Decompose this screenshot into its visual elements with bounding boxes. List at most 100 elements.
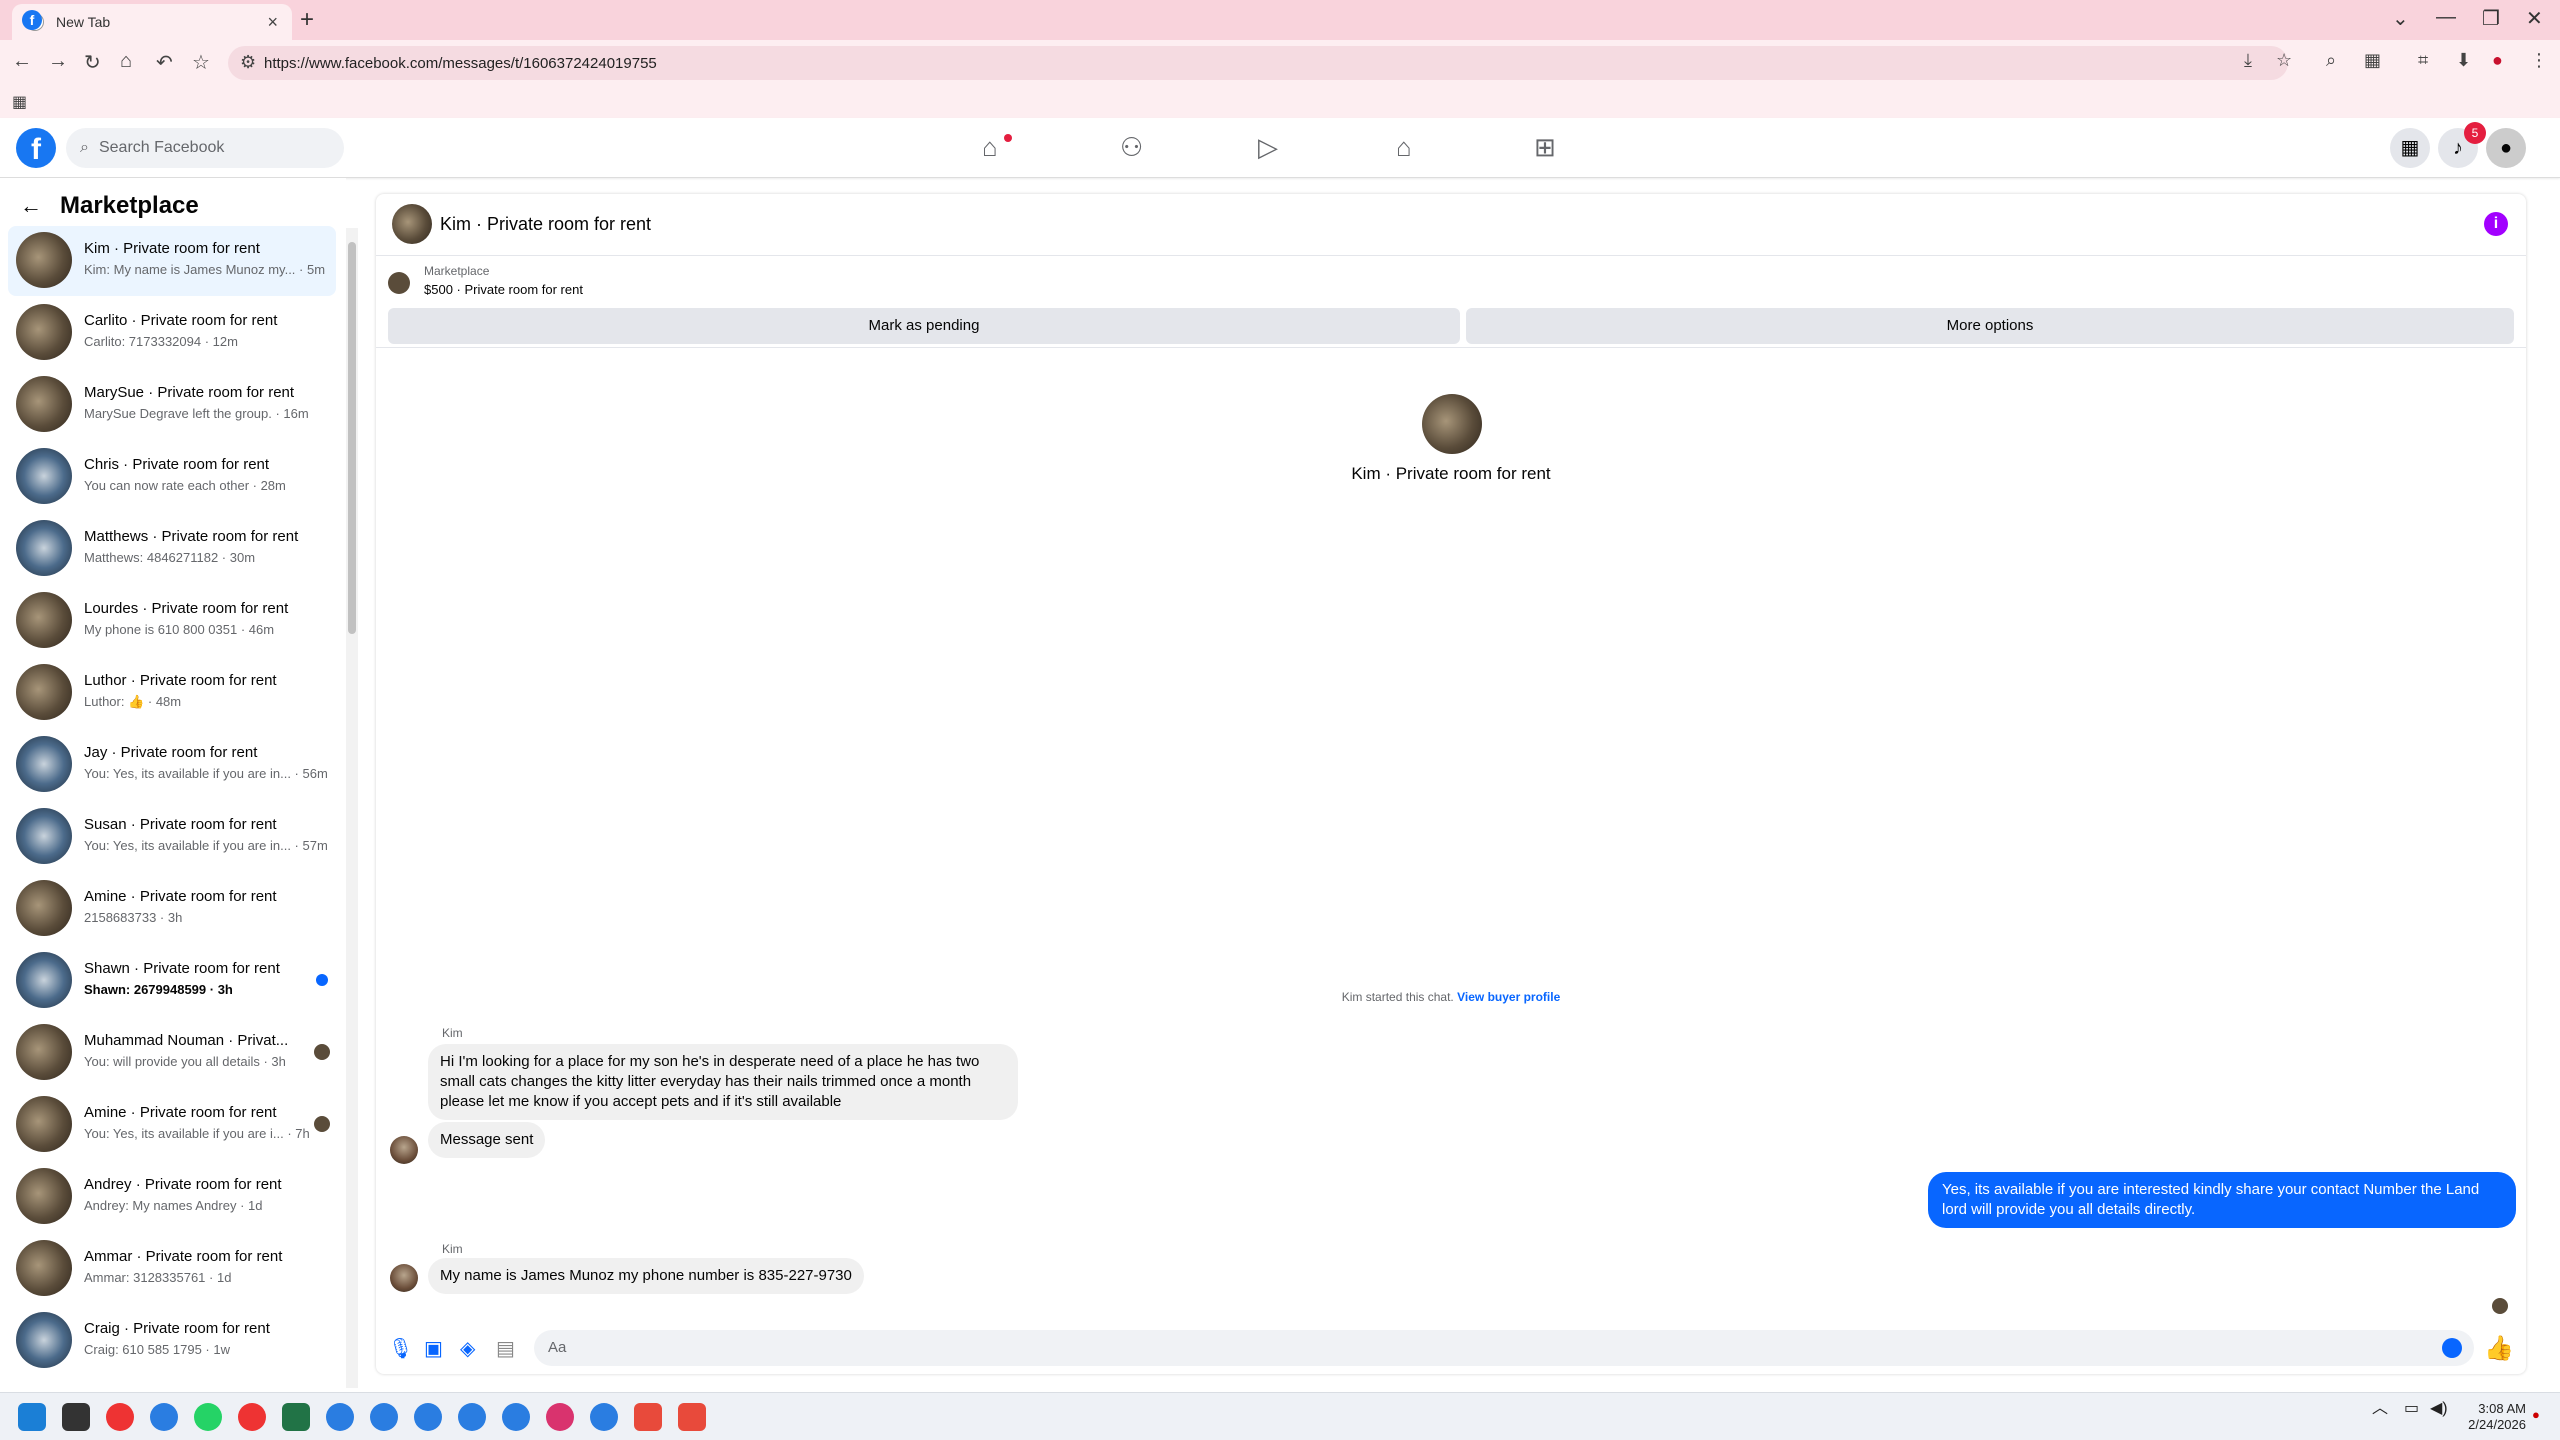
tab-close-icon[interactable]: × (267, 12, 278, 33)
conversation-item[interactable]: Carlito · Private room for rent Carlito: … (8, 298, 336, 368)
task-view-icon[interactable] (62, 1403, 90, 1431)
conversation-item[interactable]: Ammar · Private room for rent Ammar: 3128… (8, 1234, 336, 1304)
browser-tab[interactable]: New Tab × (12, 4, 292, 40)
volume-icon[interactable]: ◀) (2430, 1401, 2448, 1417)
conversation-item[interactable]: Amine · Private room for rent You: Yes, i… (8, 1090, 336, 1160)
chrome-profile-icon[interactable] (150, 1403, 178, 1431)
sticker-icon[interactable]: ◈ (460, 1336, 475, 1361)
chat-title[interactable]: Kim · Private room for rent (440, 214, 651, 235)
spreadsheet-icon[interactable] (282, 1403, 310, 1431)
address-bar[interactable]: https://www.facebook.com/messages/t/1606… (228, 46, 2288, 80)
message-bubble-incoming[interactable]: Message sent (428, 1122, 546, 1158)
site-info-icon[interactable]: ⚙ (240, 52, 256, 73)
sender-avatar[interactable] (390, 1264, 418, 1292)
message-bubble-incoming[interactable]: My name is James Munoz my phone number i… (428, 1258, 864, 1294)
bookmark-icon[interactable]: ☆ (2276, 50, 2292, 71)
back-icon[interactable]: ← (12, 50, 32, 73)
chrome-profile-icon[interactable] (590, 1403, 618, 1431)
whatsapp-icon[interactable] (194, 1403, 222, 1431)
conversation-item[interactable]: Lourdes · Private room for rent My phone … (8, 586, 336, 656)
close-window-icon[interactable]: ✕ (2526, 6, 2543, 31)
microphone-icon[interactable]: 🎙 (388, 1336, 413, 1361)
network-icon[interactable]: ▭ (2404, 1401, 2419, 1417)
emoji-icon[interactable] (2442, 1338, 2462, 1358)
message-bubble-incoming[interactable]: Hi I'm looking for a place for my son he… (428, 1044, 1018, 1120)
sender-avatar[interactable] (390, 1136, 418, 1164)
minimize-icon[interactable]: — (2436, 6, 2456, 29)
conversation-item[interactable]: Chris · Private room for rent You can now… (8, 442, 336, 512)
brave-icon[interactable] (678, 1403, 706, 1431)
chrome-icon[interactable] (238, 1403, 266, 1431)
menu-grid-icon[interactable]: ▦ (2390, 128, 2430, 168)
tray-chevron-icon[interactable]: ︿ (2372, 1401, 2388, 1417)
menu-icon[interactable]: ⋮ (2530, 50, 2548, 71)
restore-icon[interactable]: ❐ (2482, 6, 2500, 31)
conversation-name: Kim · Private room for rent (84, 240, 260, 257)
friends-nav-icon[interactable]: ⚇ (1120, 132, 1143, 163)
chrome-profile-icon[interactable] (458, 1403, 486, 1431)
conversation-item[interactable]: Craig · Private room for rent Craig: 610 … (8, 1306, 336, 1376)
conversation-snippet: MarySue Degrave left the group. · 16m (84, 406, 309, 421)
forward-icon[interactable]: → (48, 50, 68, 73)
account-avatar[interactable]: ● (2486, 128, 2526, 168)
zoom-icon[interactable]: ⌕ (2326, 50, 2336, 71)
conversation-item[interactable]: Shawn · Private room for rent Shawn: 2679… (8, 946, 336, 1016)
chrome-profile-icon[interactable] (502, 1403, 530, 1431)
extensions-icon[interactable]: ▦ (2364, 50, 2381, 71)
gaming-nav-icon[interactable]: ⊞ (1534, 132, 1556, 163)
back-arrow-icon[interactable]: ← (20, 193, 42, 219)
search-box[interactable]: ⌕ Search Facebook (66, 128, 344, 168)
listing-thumbnail[interactable] (388, 272, 410, 294)
apps-grid-icon[interactable]: ▦ (12, 92, 27, 112)
start-menu-icon[interactable] (18, 1403, 46, 1431)
more-options-button[interactable]: More options (1466, 308, 2514, 344)
chrome-icon[interactable] (106, 1403, 134, 1431)
tab-search-icon[interactable]: ⌄ (2392, 6, 2409, 31)
brave-icon[interactable] (634, 1403, 662, 1431)
reload-icon[interactable]: ↻ (84, 50, 101, 75)
video-nav-icon[interactable]: ▷ (1258, 132, 1278, 163)
chrome-profile-icon[interactable] (414, 1403, 442, 1431)
install-icon[interactable]: ⤓ (2244, 50, 2252, 71)
facebook-tab-icon[interactable]: f (22, 10, 42, 30)
chrome-active-icon[interactable] (546, 1403, 574, 1431)
facebook-logo[interactable]: f (16, 128, 56, 168)
gif-icon[interactable]: ▤ (496, 1336, 515, 1361)
mark-pending-button[interactable]: Mark as pending (388, 308, 1460, 344)
conversation-item[interactable]: MarySue · Private room for rent MarySue D… (8, 370, 336, 440)
download-icon[interactable]: ⬇ (2456, 50, 2471, 71)
star-icon[interactable]: ☆ (192, 50, 210, 75)
message-bubble-outgoing[interactable]: Yes, its available if you are interested… (1928, 1172, 2516, 1228)
center-avatar[interactable] (1422, 394, 1482, 454)
conversation-item[interactable]: Andrey · Private room for rent Andrey: My… (8, 1162, 336, 1232)
listing-price[interactable]: $500 · Private room for rent (424, 282, 583, 297)
home-nav-icon[interactable]: ⌂ (982, 132, 998, 163)
conversation-item[interactable]: Muhammad Nouman · Privat... You: will pro… (8, 1018, 336, 1088)
conversation-item[interactable]: Amine · Private room for rent 2158683733 … (8, 874, 336, 944)
chrome-profile-icon[interactable] (326, 1403, 354, 1431)
notification-center-icon[interactable]: ● (2532, 1407, 2540, 1423)
profile-icon[interactable]: ● (2492, 50, 2503, 71)
crop-icon[interactable]: ⌗ (2418, 50, 2428, 71)
message-input[interactable]: Aa (534, 1330, 2474, 1366)
photo-icon[interactable]: ▣ (424, 1336, 443, 1361)
view-buyer-profile-link[interactable]: View buyer profile (1457, 990, 1560, 1004)
conversation-name: Amine · Private room for rent (84, 1104, 277, 1121)
conversation-item[interactable]: Jay · Private room for rent You: Yes, its… (8, 730, 336, 800)
browser-toolbar: ← → ↻ ⌂ ↶ ☆ https://www.facebook.com/mes… (0, 40, 2560, 86)
chat-avatar[interactable] (392, 204, 432, 244)
sidebar-scrollbar[interactable] (346, 228, 358, 1388)
home-icon[interactable]: ⌂ (120, 50, 132, 73)
scrollbar-thumb[interactable] (348, 242, 356, 634)
chrome-profile-icon[interactable] (370, 1403, 398, 1431)
conversation-item[interactable]: Matthews · Private room for rent Matthews… (8, 514, 336, 584)
info-icon[interactable]: i (2484, 212, 2508, 236)
conversation-item[interactable]: Kim · Private room for rent Kim: My name … (8, 226, 336, 296)
clock[interactable]: 3:08 AM 2/24/2026 (2458, 1401, 2526, 1433)
marketplace-nav-icon[interactable]: ⌂ (1396, 132, 1412, 163)
conversation-item[interactable]: Susan · Private room for rent You: Yes, i… (8, 802, 336, 872)
new-tab-button[interactable]: + (300, 6, 314, 34)
undo-icon[interactable]: ↶ (156, 50, 173, 75)
conversation-item[interactable]: Luthor · Private room for rent Luthor: 👍 … (8, 658, 336, 728)
like-thumb-icon[interactable]: 👍 (2484, 1334, 2514, 1363)
